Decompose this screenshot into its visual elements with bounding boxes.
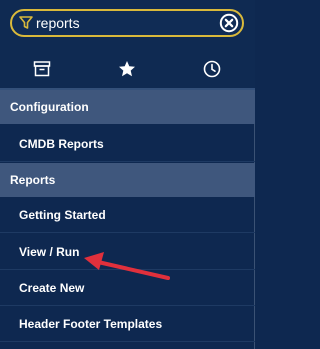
menu-item-header-footer-templates[interactable]: Header Footer Templates bbox=[0, 306, 255, 342]
clear-circle-icon[interactable] bbox=[219, 13, 239, 33]
menu-item-view-run[interactable]: View / Run bbox=[0, 234, 255, 270]
filter-box[interactable] bbox=[10, 9, 244, 37]
tab-all-applications[interactable] bbox=[0, 48, 85, 90]
filter-row bbox=[0, 0, 255, 48]
tab-favorites[interactable] bbox=[85, 48, 170, 90]
menu-item-create-new[interactable]: Create New bbox=[0, 270, 255, 306]
tab-history[interactable] bbox=[170, 48, 255, 90]
filter-input[interactable] bbox=[36, 13, 206, 33]
filter-icon bbox=[19, 16, 33, 30]
navigator-tabs bbox=[0, 48, 255, 90]
navigator-panel: Configuration CMDB Reports Reports Getti… bbox=[0, 0, 255, 349]
section-header-configuration[interactable]: Configuration bbox=[0, 90, 255, 124]
menu-item-getting-started[interactable]: Getting Started bbox=[0, 197, 255, 233]
section-header-reports[interactable]: Reports bbox=[0, 163, 255, 197]
menu-item-cmdb-reports[interactable]: CMDB Reports bbox=[0, 126, 255, 162]
